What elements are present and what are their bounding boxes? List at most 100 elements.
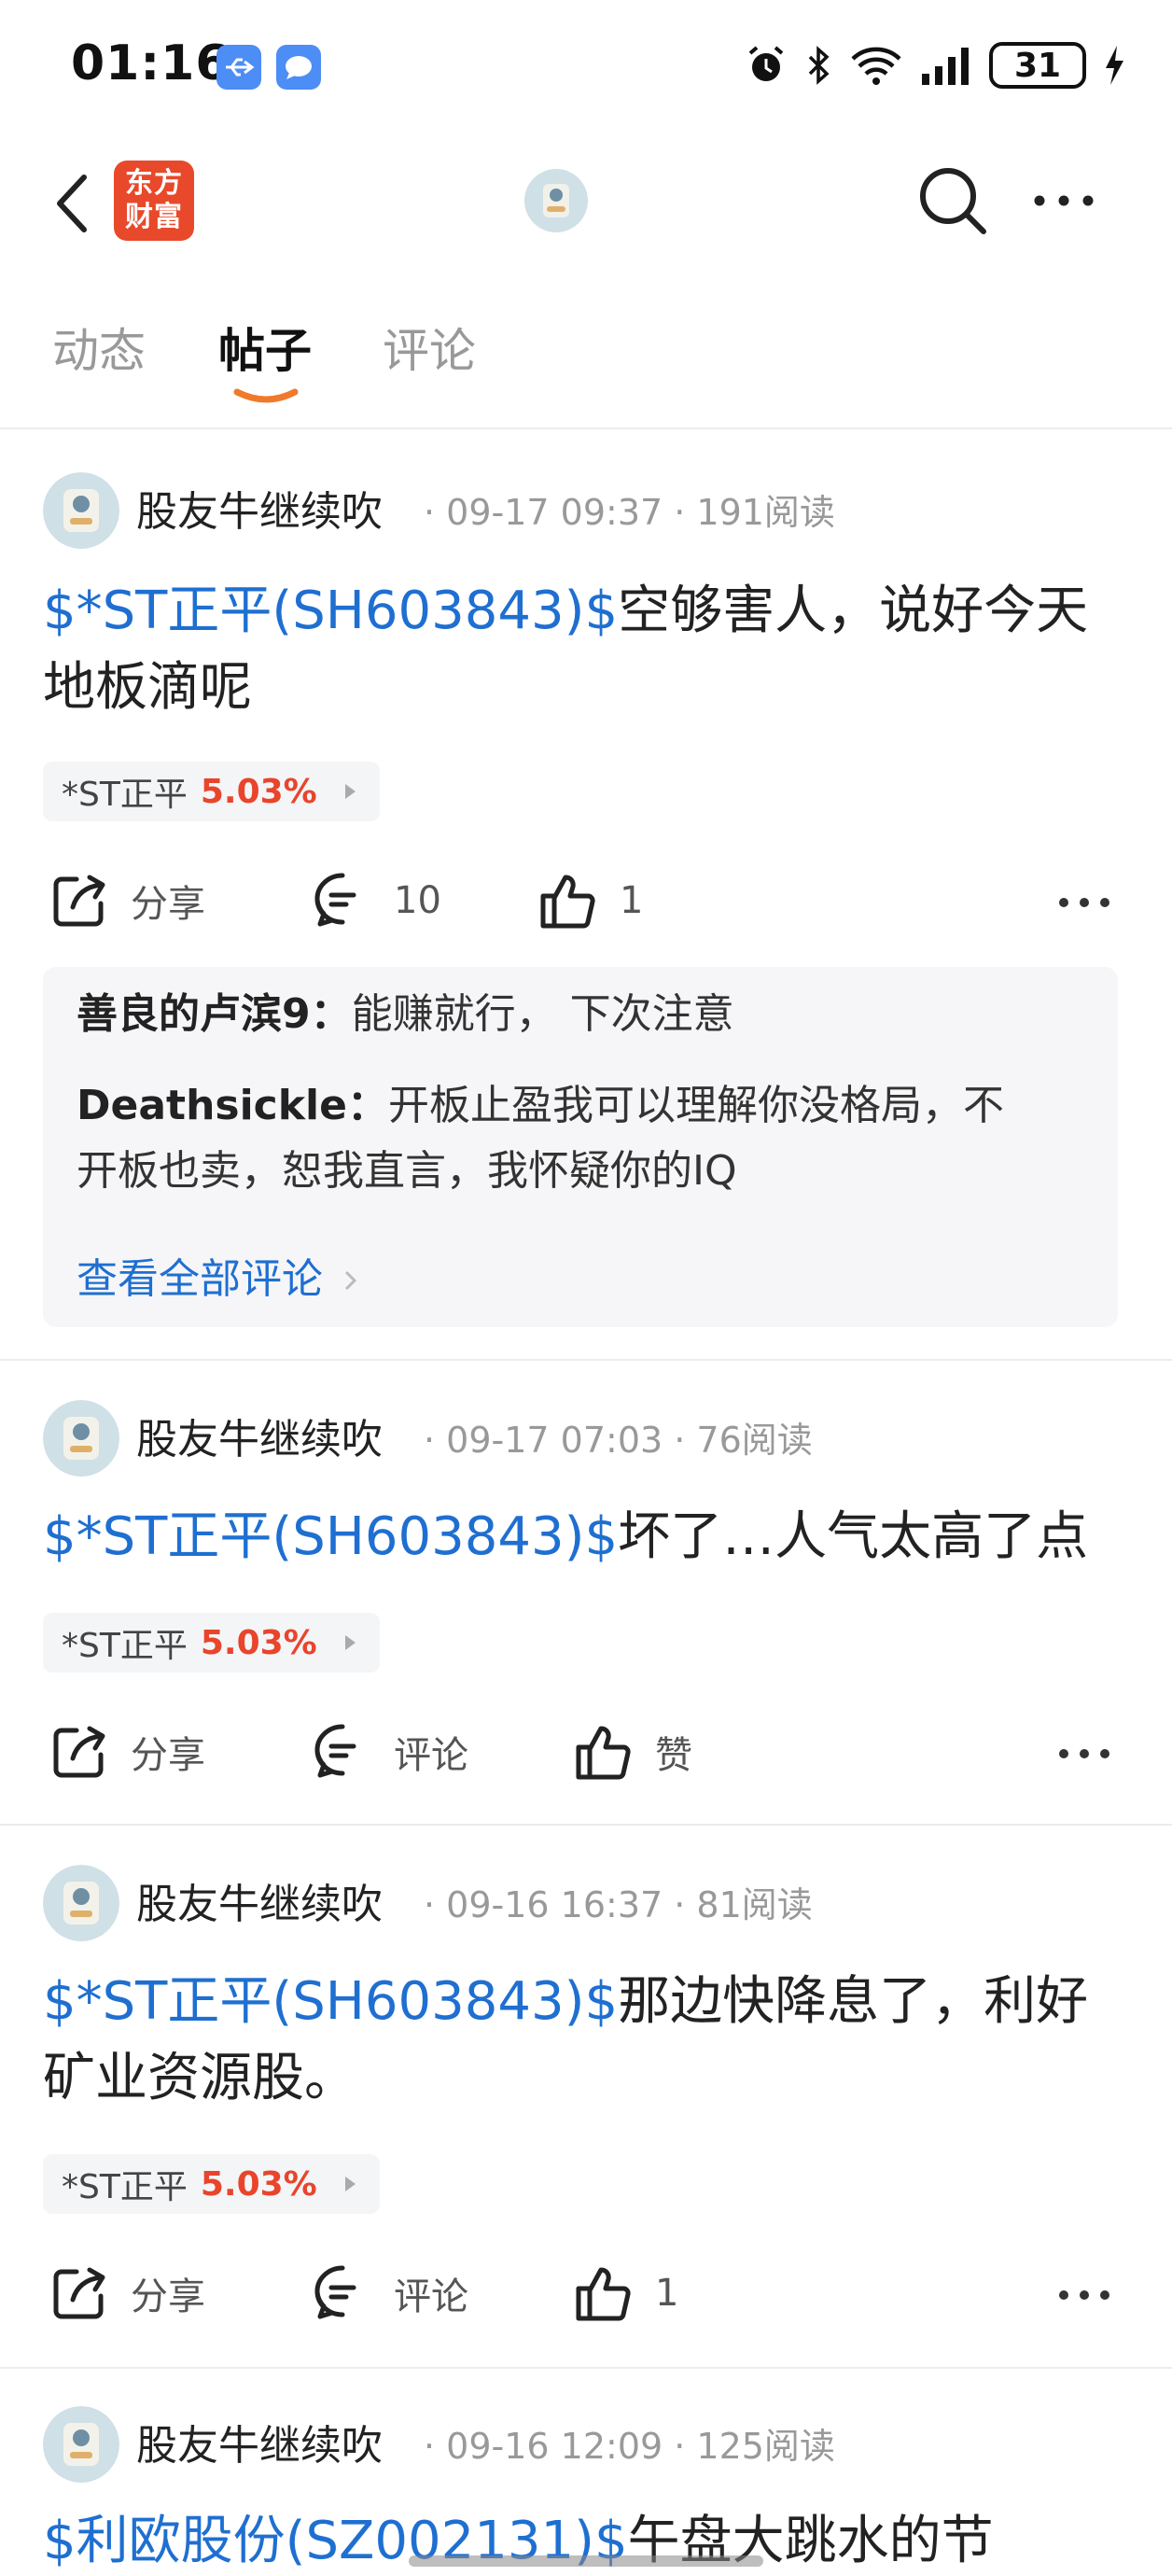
share-button[interactable]: 分享 xyxy=(49,2262,205,2324)
top-navigation: 东方 财富 xyxy=(0,131,1172,271)
view-all-comments-link[interactable]: 查看全部评论 xyxy=(77,1245,360,1305)
post-content[interactable]: $*ST正平(SH603843)$空够害人，说好今天 地板滴呢 xyxy=(43,573,1135,726)
chevron-right-icon xyxy=(344,784,356,799)
like-icon xyxy=(576,1726,631,1780)
stock-chip[interactable]: *ST正平 5.03% xyxy=(43,762,380,821)
share-icon xyxy=(53,2267,105,2319)
comment-label: 评论 xyxy=(394,2275,468,2318)
comment-text: 开板也卖，恕我直言，我怀疑你的IQ xyxy=(77,1147,737,1195)
chip-stock-name: *ST正平 xyxy=(62,776,188,814)
comment-separator: ： xyxy=(310,990,352,1038)
active-tab-indicator xyxy=(233,388,299,403)
post-meta: · 09-17 07:03 · 76阅读 xyxy=(424,1420,813,1461)
tab-posts[interactable]: 帖子 xyxy=(218,314,312,381)
author-avatar[interactable] xyxy=(43,2406,119,2483)
usb-icon xyxy=(216,45,261,90)
stock-tag[interactable]: $*ST正平(SH603843)$ xyxy=(43,1506,618,1567)
stock-chip[interactable]: *ST正平 5.03% xyxy=(43,2154,380,2214)
app-logo[interactable]: 东方 财富 xyxy=(114,161,194,241)
comments-preview[interactable]: 善良的卢滨9：能赚就行， 下次注意 Deathsickle：开板止盈我可以理解你… xyxy=(43,967,1118,1327)
share-icon xyxy=(53,1726,105,1778)
bluetooth-icon xyxy=(808,46,830,85)
comment-icon xyxy=(314,1724,356,1778)
share-label: 分享 xyxy=(131,1734,205,1777)
tab-bar: 动态 帖子 评论 xyxy=(0,280,1172,429)
author-name[interactable]: 股友牛继续吹 xyxy=(136,1870,383,1930)
post-text-line: 矿业资源股。 xyxy=(43,2048,356,2108)
message-icon xyxy=(276,45,321,90)
alarm-icon xyxy=(748,46,784,81)
battery-indicator: 31 xyxy=(989,42,1086,89)
stock-tag[interactable]: $*ST正平(SH603843)$ xyxy=(43,581,618,641)
comment-separator: ： xyxy=(346,1082,388,1129)
comment-icon xyxy=(314,2265,356,2319)
share-button[interactable]: 分享 xyxy=(49,1721,205,1783)
search-icon xyxy=(920,168,986,234)
post-more-icon[interactable] xyxy=(1054,2284,1114,2306)
share-label: 分享 xyxy=(131,883,205,926)
more-button[interactable] xyxy=(1026,177,1101,224)
chevron-right-icon xyxy=(344,2177,356,2191)
logo-line1: 东方 xyxy=(125,167,183,200)
tab-comments[interactable]: 评论 xyxy=(383,314,476,381)
chip-change-pct: 5.03% xyxy=(200,772,317,811)
post-text-line: 空够害人，说好今天 xyxy=(618,581,1089,641)
commenter-name[interactable]: Deathsickle xyxy=(77,1082,347,1129)
signal-icon xyxy=(922,48,969,85)
tab-dynamics[interactable]: 动态 xyxy=(52,314,146,381)
post-text-line: 坏了…人气太高了点 xyxy=(618,1506,1089,1567)
stock-tag[interactable]: $*ST正平(SH603843)$ xyxy=(43,1971,618,2032)
chevron-right-icon xyxy=(344,1635,356,1650)
comment-button[interactable]: 评论 xyxy=(312,1721,468,1783)
comment-item: 善良的卢滨9：能赚就行， 下次注意 xyxy=(77,982,1094,1047)
like-button[interactable]: 1 xyxy=(537,870,643,931)
post-meta: · 09-16 16:37 · 81阅读 xyxy=(424,1884,813,1925)
like-icon xyxy=(540,875,595,929)
comment-text: 能赚就行， 下次注意 xyxy=(351,990,734,1038)
like-count: 1 xyxy=(620,879,644,922)
logo-line2: 财富 xyxy=(125,201,183,233)
post-divider xyxy=(0,1359,1172,1361)
post-meta: · 09-17 09:37 · 191阅读 xyxy=(424,492,835,533)
author-avatar[interactable] xyxy=(43,1865,119,1941)
post-more-icon[interactable] xyxy=(1054,891,1114,914)
author-name[interactable]: 股友牛继续吹 xyxy=(136,478,383,538)
chip-stock-name: *ST正平 xyxy=(62,1627,188,1665)
like-icon xyxy=(576,2267,631,2321)
author-avatar[interactable] xyxy=(43,472,119,549)
comment-item: Deathsickle：开板止盈我可以理解你没格局，不 开板也卖，恕我直言，我怀… xyxy=(77,1073,1094,1204)
like-label: 赞 xyxy=(655,1734,692,1777)
comment-count: 10 xyxy=(394,879,441,922)
comment-button[interactable]: 10 xyxy=(312,870,441,931)
chip-change-pct: 5.03% xyxy=(200,2164,317,2204)
commenter-name[interactable]: 善良的卢滨9 xyxy=(77,990,311,1038)
comment-button[interactable]: 评论 xyxy=(312,2262,468,2324)
post-content[interactable]: $*ST正平(SH603843)$那边快降息了，利好 矿业资源股。 xyxy=(43,1964,1135,2117)
back-icon xyxy=(57,175,87,232)
view-all-label: 查看全部评论 xyxy=(77,1255,323,1303)
home-indicator[interactable] xyxy=(409,2555,763,2567)
status-icons: 31 xyxy=(745,37,1125,93)
post-divider xyxy=(0,1824,1172,1826)
share-button[interactable]: 分享 xyxy=(49,870,205,931)
like-count: 1 xyxy=(655,2272,679,2315)
status-bar: 01:16 31 xyxy=(0,0,1172,131)
author-name[interactable]: 股友牛继续吹 xyxy=(136,2412,383,2471)
chip-change-pct: 5.03% xyxy=(200,1623,317,1662)
search-button[interactable] xyxy=(914,162,991,239)
like-button[interactable]: 1 xyxy=(573,2262,678,2324)
stock-chip[interactable]: *ST正平 5.03% xyxy=(43,1613,380,1673)
charging-icon xyxy=(1106,46,1123,85)
back-button[interactable] xyxy=(47,168,103,239)
author-avatar[interactable] xyxy=(43,1400,119,1477)
wifi-icon xyxy=(851,47,901,85)
user-avatar[interactable] xyxy=(524,169,588,232)
share-label: 分享 xyxy=(131,2275,205,2318)
author-name[interactable]: 股友牛继续吹 xyxy=(136,1406,383,1465)
post-content[interactable]: $*ST正平(SH603843)$坏了…人气太高了点 xyxy=(43,1499,1135,1575)
post-more-icon[interactable] xyxy=(1054,1743,1114,1765)
chip-stock-name: *ST正平 xyxy=(62,2168,188,2206)
post-card[interactable]: 股友牛继续吹 · 09-16 12:09 · 125阅读 $利欧股份(SZ002… xyxy=(0,2369,1172,2576)
like-button[interactable]: 赞 xyxy=(573,1721,692,1783)
more-icon xyxy=(1034,195,1094,206)
